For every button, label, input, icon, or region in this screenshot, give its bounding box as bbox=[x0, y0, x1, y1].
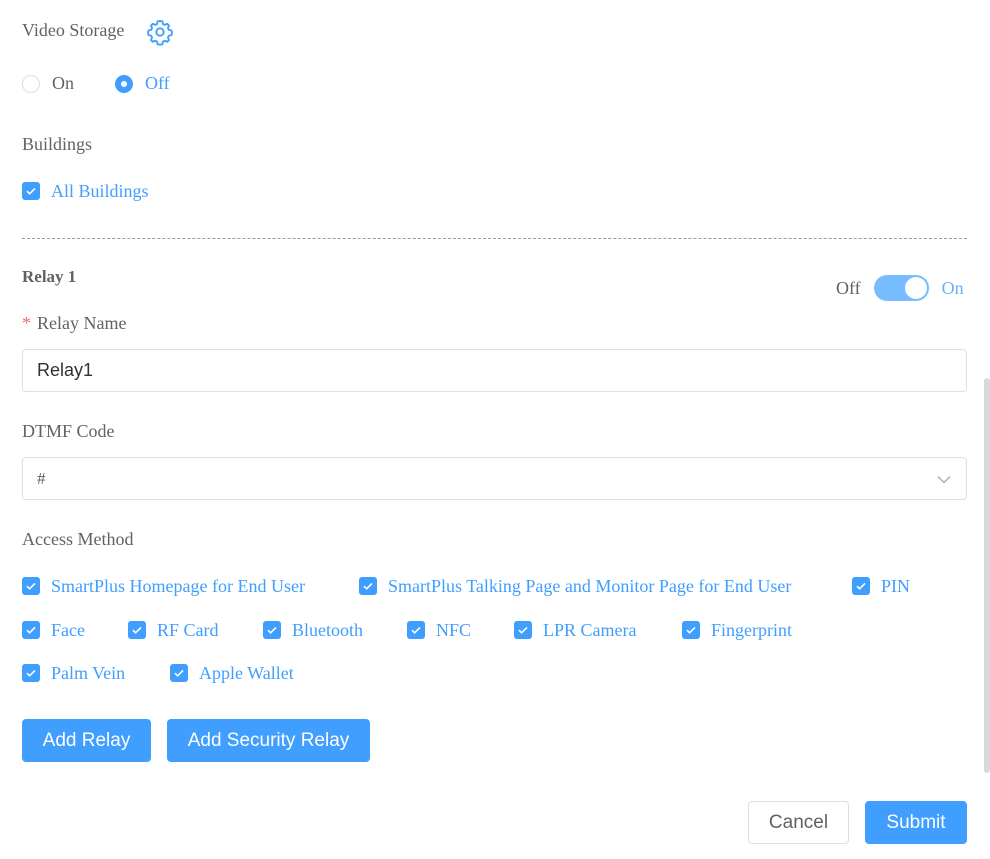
checkbox-check-icon bbox=[128, 621, 146, 639]
access-face-checkbox[interactable]: Face bbox=[22, 619, 85, 641]
access-option-label: LPR Camera bbox=[543, 619, 637, 640]
access-option-label: PIN bbox=[881, 575, 911, 596]
add-relay-button[interactable]: Add Relay bbox=[22, 719, 151, 762]
checkbox-check-icon bbox=[407, 621, 425, 639]
access-smartplus-homepage-checkbox[interactable]: SmartPlus Homepage for End User bbox=[22, 575, 305, 597]
relay-name-label-text: Relay Name bbox=[37, 313, 127, 333]
dtmf-code-value: # bbox=[37, 468, 46, 488]
access-option-label: SmartPlus Homepage for End User bbox=[51, 575, 305, 596]
checkbox-check-icon bbox=[22, 182, 40, 200]
checkbox-check-icon bbox=[170, 664, 188, 682]
access-palm-vein-checkbox[interactable]: Palm Vein bbox=[22, 662, 125, 684]
access-option-label: Fingerprint bbox=[711, 619, 792, 640]
video-storage-off-label: Off bbox=[145, 73, 170, 93]
required-mark: * bbox=[22, 313, 31, 333]
radio-circle-checked bbox=[115, 74, 133, 93]
checkbox-check-icon bbox=[22, 664, 40, 682]
checkbox-check-icon bbox=[682, 621, 700, 639]
access-method-label: Access Method bbox=[22, 529, 134, 549]
gear-icon[interactable] bbox=[146, 18, 174, 46]
access-apple-wallet-checkbox[interactable]: Apple Wallet bbox=[170, 662, 294, 684]
relay-name-label: * Relay Name bbox=[22, 313, 126, 334]
relay-switch-group: Off On bbox=[836, 275, 964, 301]
access-option-label: NFC bbox=[436, 619, 472, 640]
checkbox-check-icon bbox=[359, 577, 377, 595]
relay-enable-switch[interactable] bbox=[873, 275, 929, 301]
video-storage-off-radio[interactable]: Off bbox=[115, 73, 170, 94]
access-option-label: Bluetooth bbox=[292, 619, 363, 640]
submit-button[interactable]: Submit bbox=[865, 801, 967, 844]
relay-name-input[interactable]: Relay1 bbox=[22, 349, 967, 392]
switch-off-label: Off bbox=[836, 277, 861, 298]
dtmf-code-select[interactable]: # bbox=[22, 457, 967, 500]
access-option-label: RF Card bbox=[157, 619, 219, 640]
access-option-label: Apple Wallet bbox=[199, 662, 294, 683]
relay-name-value: Relay1 bbox=[37, 360, 94, 380]
checkbox-check-icon bbox=[514, 621, 532, 639]
checkbox-check-icon bbox=[263, 621, 281, 639]
access-option-label: SmartPlus Talking Page and Monitor Page … bbox=[388, 575, 792, 596]
access-nfc-checkbox[interactable]: NFC bbox=[407, 619, 471, 641]
buildings-label: Buildings bbox=[22, 134, 93, 154]
checkbox-check-icon bbox=[22, 577, 40, 595]
access-smartplus-talking-checkbox[interactable]: SmartPlus Talking Page and Monitor Page … bbox=[359, 575, 791, 597]
section-divider bbox=[22, 238, 967, 239]
video-storage-on-label: On bbox=[52, 73, 74, 93]
checkbox-check-icon bbox=[852, 577, 870, 595]
access-pin-checkbox[interactable]: PIN bbox=[852, 575, 910, 597]
access-lpr-camera-checkbox[interactable]: LPR Camera bbox=[514, 619, 636, 641]
checkbox-check-icon bbox=[22, 621, 40, 639]
relay-title: Relay 1 bbox=[22, 267, 77, 286]
access-fingerprint-checkbox[interactable]: Fingerprint bbox=[682, 619, 792, 641]
access-bluetooth-checkbox[interactable]: Bluetooth bbox=[263, 619, 363, 641]
switch-on-label: On bbox=[941, 277, 964, 298]
access-rf-card-checkbox[interactable]: RF Card bbox=[128, 619, 219, 641]
video-storage-label: Video Storage bbox=[22, 20, 125, 40]
add-security-relay-button[interactable]: Add Security Relay bbox=[167, 719, 370, 762]
vertical-scrollbar[interactable] bbox=[984, 378, 990, 773]
cancel-button[interactable]: Cancel bbox=[748, 801, 849, 844]
video-storage-on-radio[interactable]: On bbox=[22, 73, 74, 94]
all-buildings-label: All Buildings bbox=[51, 180, 149, 201]
chevron-down-icon bbox=[937, 475, 951, 483]
dtmf-code-label: DTMF Code bbox=[22, 421, 115, 441]
switch-knob bbox=[904, 277, 927, 299]
access-option-label: Palm Vein bbox=[51, 662, 126, 683]
all-buildings-checkbox[interactable]: All Buildings bbox=[22, 180, 149, 202]
access-option-label: Face bbox=[51, 619, 85, 640]
radio-circle bbox=[22, 74, 40, 93]
